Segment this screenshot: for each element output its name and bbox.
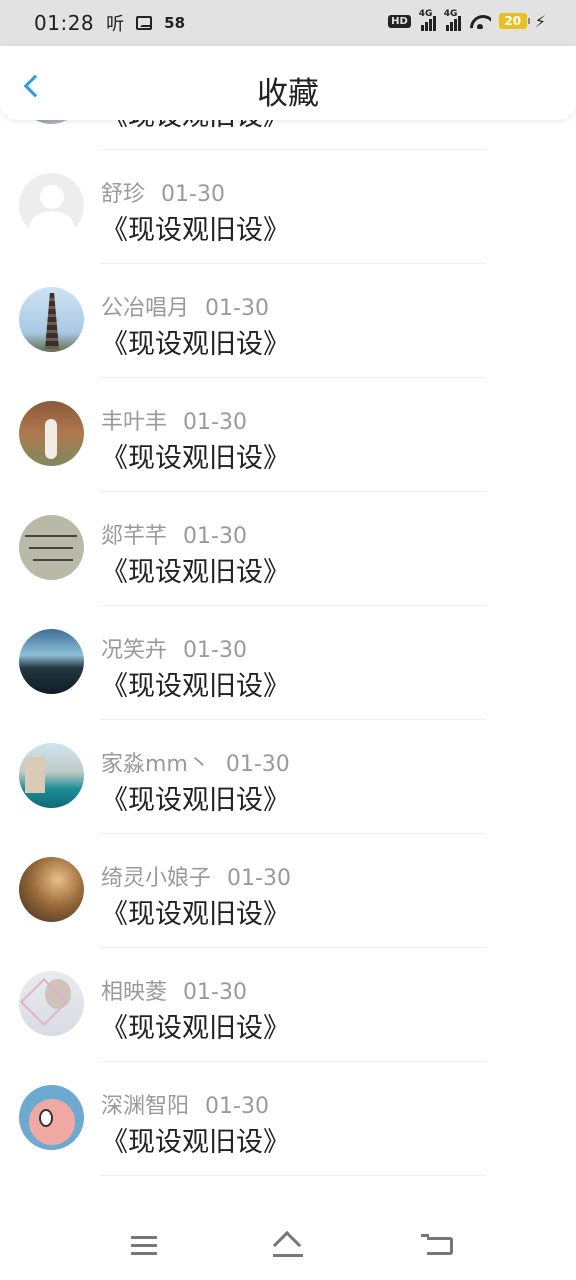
item-date: 01-30 bbox=[183, 524, 247, 549]
item-date: 01-30 bbox=[205, 296, 269, 321]
item-date: 01-30 bbox=[227, 866, 291, 891]
notification-count: 58 bbox=[164, 14, 186, 32]
author-name: 丰叶丰 bbox=[101, 410, 168, 435]
hd-icon: HD bbox=[388, 14, 411, 28]
item-title: 《现设观旧设》 bbox=[101, 1013, 290, 1044]
home-icon bbox=[272, 1230, 303, 1260]
signal-4g-icon: 4G bbox=[418, 9, 436, 31]
avatar[interactable] bbox=[19, 857, 84, 922]
favorites-list[interactable]: 《现设观旧设》 舒珍 01-30 《现设观旧设》 公冶唱月 01-30 《现设观旧设… bbox=[0, 120, 576, 1210]
item-title: 《现设观旧设》 bbox=[101, 329, 290, 360]
item-title: 《现设观旧设》 bbox=[101, 120, 290, 133]
list-item[interactable]: 况笑卉 01-30 《现设观旧设》 bbox=[0, 606, 576, 720]
author-name: 相映菱 bbox=[101, 980, 168, 1005]
list-item[interactable]: 郯芊芊 01-30 《现设观旧设》 bbox=[0, 492, 576, 606]
back-nav-icon bbox=[421, 1234, 453, 1255]
avatar[interactable] bbox=[19, 1085, 84, 1150]
item-title: 《现设观旧设》 bbox=[101, 1127, 290, 1158]
avatar[interactable] bbox=[19, 173, 84, 238]
divider bbox=[100, 1175, 486, 1176]
item-meta: 丰叶丰 01-30 bbox=[101, 404, 247, 436]
ting-icon: 听 bbox=[106, 14, 125, 35]
message-icon bbox=[136, 16, 153, 30]
avatar[interactable] bbox=[19, 515, 84, 580]
item-date: 01-30 bbox=[183, 980, 247, 1005]
item-title: 《现设观旧设》 bbox=[101, 557, 290, 588]
battery-icon: 20 bbox=[498, 13, 530, 29]
author-name: 深渊智阳 bbox=[101, 1094, 190, 1119]
item-date: 01-30 bbox=[183, 410, 247, 435]
avatar[interactable] bbox=[19, 401, 84, 466]
nav-back-button[interactable] bbox=[420, 1228, 460, 1264]
item-meta: 绮灵小娘子 01-30 bbox=[101, 860, 291, 892]
page-title: 收藏 bbox=[257, 76, 319, 112]
item-title: 《现设观旧设》 bbox=[101, 785, 290, 816]
item-meta: 深渊智阳 01-30 bbox=[101, 1088, 269, 1120]
item-meta: 郯芊芊 01-30 bbox=[101, 518, 247, 550]
item-date: 01-30 bbox=[225, 752, 290, 777]
item-title: 《现设观旧设》 bbox=[101, 215, 290, 246]
list-item[interactable]: 绮灵小娘子 01-30 《现设观旧设》 bbox=[0, 834, 576, 948]
item-title: 《现设观旧设》 bbox=[101, 899, 290, 930]
list-item[interactable]: 深渊智阳 01-30 《现设观旧设》 bbox=[0, 1062, 576, 1176]
nav-menu-button[interactable] bbox=[124, 1228, 164, 1264]
author-name: 绮灵小娘子 bbox=[101, 866, 212, 891]
signal-4g-icon-2: 4G bbox=[443, 9, 461, 31]
menu-icon bbox=[131, 1236, 157, 1256]
network-label-2: 4G bbox=[443, 9, 458, 19]
item-meta: 相映菱 01-30 bbox=[101, 974, 247, 1006]
author-name: 公冶唱月 bbox=[101, 296, 190, 321]
list-item[interactable]: 丰叶丰 01-30 《现设观旧设》 bbox=[0, 378, 576, 492]
author-name: 家淼mm丶 bbox=[101, 752, 210, 777]
item-date: 01-30 bbox=[205, 1094, 269, 1119]
author-name: 舒珍 bbox=[101, 182, 146, 207]
status-bar: 01:28 听 58 HD 4G 4G 20 ⚡ bbox=[0, 0, 576, 46]
nav-home-button[interactable] bbox=[268, 1228, 308, 1264]
author-name: 郯芊芊 bbox=[101, 524, 168, 549]
network-label: 4G bbox=[418, 9, 433, 19]
item-date: 01-30 bbox=[161, 182, 225, 207]
list-item[interactable]: 公冶唱月 01-30 《现设观旧设》 bbox=[0, 264, 576, 378]
list-item[interactable]: 舒珍 01-30 《现设观旧设》 bbox=[0, 150, 576, 264]
status-time: 01:28 bbox=[34, 11, 95, 35]
charging-icon: ⚡ bbox=[534, 11, 546, 31]
item-meta: 家淼mm丶 01-30 bbox=[101, 746, 290, 778]
avatar[interactable] bbox=[19, 629, 84, 694]
item-meta: 况笑卉 01-30 bbox=[101, 632, 247, 664]
avatar[interactable] bbox=[19, 971, 84, 1036]
wifi-icon bbox=[469, 13, 491, 29]
item-title: 《现设观旧设》 bbox=[101, 671, 290, 702]
list-item[interactable]: 相映菱 01-30 《现设观旧设》 bbox=[0, 948, 576, 1062]
avatar[interactable] bbox=[19, 287, 84, 352]
item-meta: 舒珍 01-30 bbox=[101, 176, 225, 208]
item-meta: 公冶唱月 01-30 bbox=[101, 290, 269, 322]
system-nav-bar bbox=[0, 1210, 576, 1280]
avatar[interactable] bbox=[19, 743, 84, 808]
avatar[interactable] bbox=[19, 120, 84, 124]
list-item[interactable]: 家淼mm丶 01-30 《现设观旧设》 bbox=[0, 720, 576, 834]
author-name: 况笑卉 bbox=[101, 638, 168, 663]
item-date: 01-30 bbox=[183, 638, 247, 663]
header: 收藏 bbox=[0, 46, 576, 120]
item-title: 《现设观旧设》 bbox=[101, 443, 290, 474]
list-item[interactable]: 《现设观旧设》 bbox=[0, 120, 576, 150]
